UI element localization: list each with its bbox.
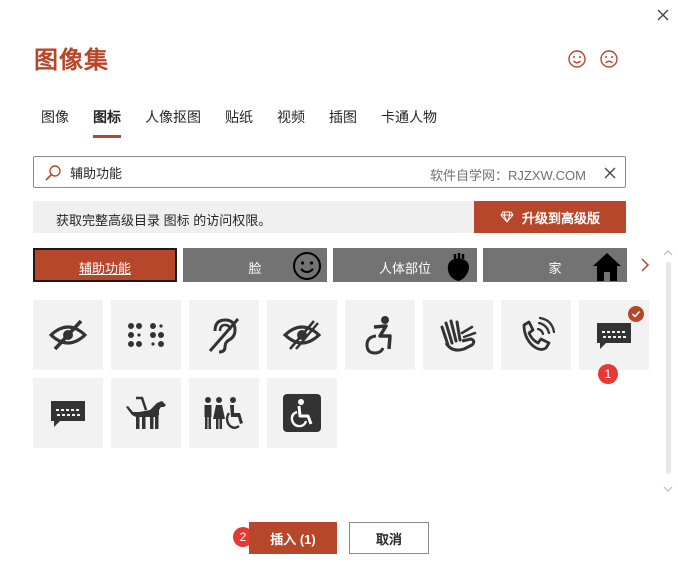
category-accessibility[interactable]: 辅助功能 (33, 248, 177, 282)
tab-stickers[interactable]: 贴纸 (225, 108, 253, 138)
scroll-down-icon[interactable] (662, 484, 674, 494)
category-face[interactable]: 脸 (183, 248, 327, 282)
selected-check-icon (628, 306, 644, 322)
smiley-icon (568, 50, 586, 68)
scrollbar-thumb[interactable] (666, 262, 671, 474)
category-home[interactable]: 家 (483, 248, 627, 282)
insert-button[interactable]: 插入 (1) (249, 522, 337, 554)
chevron-right-icon[interactable] (638, 256, 652, 274)
close-icon (657, 9, 669, 21)
clear-search-icon[interactable] (602, 165, 618, 181)
diamond-icon (500, 211, 514, 223)
hearing-impaired-icon (208, 318, 240, 354)
accessible-sign-icon (283, 394, 321, 432)
upgrade-label: 升级到高级版 (521, 210, 600, 226)
braille-icon (128, 323, 164, 347)
premium-message: 获取完整高级目录 图标 的访问权限。 (56, 213, 272, 228)
frown-icon (600, 50, 618, 68)
volume-control-phone-icon (522, 316, 556, 351)
icon-tile[interactable] (33, 300, 103, 370)
premium-banner: 获取完整高级目录 图标 的访问权限。 升级到高级版 (33, 201, 626, 233)
tab-illustrations[interactable]: 插图 (329, 108, 357, 138)
watermark-text: 软件自学网：RJZXW.COM (430, 168, 586, 183)
close-button[interactable] (652, 4, 674, 26)
icon-tile[interactable] (33, 378, 103, 448)
tab-cutout-people[interactable]: 人像抠图 (145, 108, 201, 138)
icon-tile[interactable] (267, 300, 337, 370)
icon-tile[interactable] (111, 300, 181, 370)
heart-organ-icon (447, 253, 469, 281)
icon-tile[interactable] (189, 300, 259, 370)
dialog-title: 图像集 (34, 47, 109, 74)
search-icon (45, 165, 61, 181)
closed-captioning-bubble-icon (597, 323, 631, 349)
tab-icons[interactable]: 图标 (93, 108, 121, 138)
feedback-happy-button[interactable] (566, 48, 588, 70)
upgrade-premium-button[interactable]: 升级到高级版 (474, 201, 626, 233)
media-tabs: 图像 图标 人像抠图 贴纸 视频 插图 卡通人物 (41, 108, 461, 138)
face-icon (293, 252, 321, 280)
accessible-restroom-icon (204, 397, 243, 429)
step-badge-1: 1 (598, 364, 618, 384)
category-body-parts[interactable]: 人体部位 (333, 248, 477, 282)
guide-dog-icon (126, 396, 166, 429)
icon-tile[interactable] (501, 300, 571, 370)
active-wheelchair-icon (365, 316, 392, 355)
eye-slash-icon (48, 319, 88, 351)
icon-tile[interactable] (189, 378, 259, 448)
icon-tile[interactable] (423, 300, 493, 370)
tab-images[interactable]: 图像 (41, 108, 69, 138)
icon-tile[interactable] (267, 378, 337, 448)
icon-tile[interactable] (345, 300, 415, 370)
search-input[interactable] (70, 161, 410, 183)
cancel-button[interactable]: 取消 (349, 522, 429, 554)
grid-scrollbar[interactable] (662, 248, 674, 496)
tty-bubble-icon (51, 401, 85, 427)
scroll-up-icon[interactable] (662, 248, 674, 258)
category-strip: 辅助功能 脸 人体部位 家 (33, 248, 633, 282)
sign-language-icon (440, 319, 477, 352)
category-label: 辅助功能 (78, 261, 131, 276)
tab-cartoon-people[interactable]: 卡通人物 (381, 108, 437, 138)
search-box: 软件自学网：RJZXW.COM (33, 156, 626, 188)
icon-tile-selected[interactable] (579, 300, 649, 370)
icon-tile[interactable] (111, 378, 181, 448)
low-vision-icon (282, 320, 322, 350)
tab-videos[interactable]: 视频 (277, 108, 305, 138)
house-icon (593, 253, 621, 281)
feedback-sad-button[interactable] (598, 48, 620, 70)
